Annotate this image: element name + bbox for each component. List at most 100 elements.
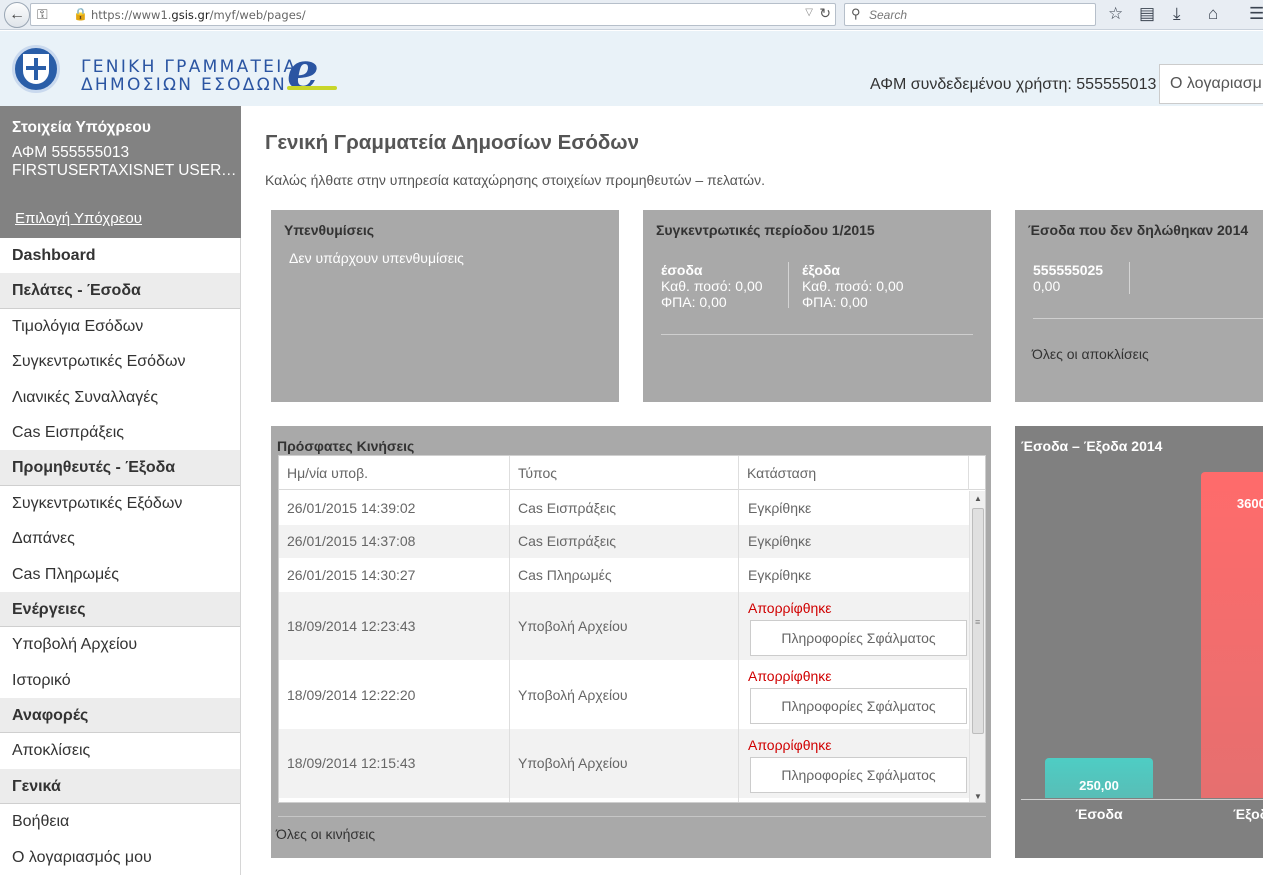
- taxpayer-info: Στοιχεία Υπόχρεου ΑΦΜ 555555013 FIRSTUSE…: [0, 106, 241, 238]
- sidebar-item[interactable]: Ο λογαριασμός μου: [0, 840, 240, 875]
- sidebar-item[interactable]: Cas Εισπράξεις: [0, 415, 240, 450]
- row-type: Cas Εισπράξεις: [518, 499, 616, 516]
- divider: [661, 334, 973, 335]
- expense-label: έξοδα: [802, 262, 841, 278]
- error-info-button[interactable]: Πληροφορίες Σφάλματος: [750, 619, 967, 656]
- divider: [1129, 262, 1130, 294]
- undeclared-amount: 0,00: [1033, 278, 1061, 294]
- row-date: 18/09/2014 12:15:43: [287, 755, 416, 772]
- sidebar-item[interactable]: Βοήθεια: [0, 804, 240, 839]
- error-info-button[interactable]: Πληροφορίες Σφάλματος: [750, 688, 967, 725]
- home-icon[interactable]: ⌂: [1208, 4, 1218, 24]
- sidebar-item[interactable]: Τιμολόγια Εσόδων: [0, 309, 240, 344]
- sidebar-section-header: Προμηθευτές - Έξοδα: [0, 450, 240, 486]
- chart-bar-value-label: 250,00: [1079, 778, 1119, 793]
- sidebar-item[interactable]: Συγκεντρωτικές Εξόδων: [0, 486, 240, 521]
- scroll-down-arrow-icon[interactable]: ▼: [974, 792, 982, 801]
- divider: [788, 262, 789, 308]
- site-header: ΓΕΝΙΚΗ ΓΡΑΜΜΑΤΕΙΑ ΔΗΜΟΣΙΩΝ ΕΣΟΔΩΝ e ΑΦΜ …: [0, 31, 1263, 106]
- clipboard-icon[interactable]: ▤: [1139, 4, 1155, 24]
- row-status: Εγκρίθηκε: [748, 566, 812, 583]
- table-scrollbar[interactable]: ▲ ≡ ▼: [969, 491, 985, 802]
- row-status: Απορρίφθηκε: [748, 736, 832, 753]
- row-date: 18/09/2014 12:22:20: [287, 686, 416, 703]
- chart-category-label: Έξοδα: [1233, 806, 1263, 822]
- column-header-date[interactable]: Ημ/νία υποβ.: [287, 465, 368, 481]
- logged-user-afm: ΑΦΜ συνδεδεμένου χρήστη: 555555013 |: [870, 76, 1165, 93]
- sidebar: Στοιχεία Υπόχρεου ΑΦΜ 555555013 FIRSTUSE…: [0, 106, 241, 875]
- row-status: Απορρίφθηκε: [748, 599, 832, 616]
- chart-category-label: Έσοδα: [1075, 806, 1123, 822]
- row-date: 26/01/2015 14:37:08: [287, 533, 416, 550]
- logo-swoosh: [287, 86, 337, 90]
- reminders-title: Υπενθυμίσεις: [284, 222, 375, 238]
- dropdown-arrow-icon[interactable]: ▽: [805, 7, 813, 18]
- column-header-type[interactable]: Τύπος: [518, 465, 557, 481]
- star-icon[interactable]: ☆: [1108, 4, 1123, 24]
- reminders-empty-text: Δεν υπάρχουν υπενθυμίσεις: [289, 250, 464, 266]
- sidebar-section-header: Γενικά: [0, 768, 240, 805]
- row-type: Υποβολή Αρχείου: [518, 755, 628, 772]
- column-header-status[interactable]: Κατάσταση: [747, 465, 816, 481]
- sidebar-item[interactable]: Dashboard: [0, 238, 240, 273]
- url-text: https://www1.gsis.gr/myf/web/pages/: [91, 8, 306, 22]
- expense-net-amount: Καθ. ποσό: 0,00: [802, 278, 904, 294]
- org-name-line2: ΔΗΜΟΣΙΩΝ ΕΣΟΔΩΝ: [81, 75, 288, 95]
- divider: [278, 816, 986, 817]
- row-date: 26/01/2015 14:39:02: [287, 499, 416, 516]
- url-domain: gsis.gr: [171, 8, 210, 22]
- greek-seal-logo: [12, 45, 60, 93]
- scrollbar-thumb[interactable]: ≡: [972, 508, 984, 734]
- taxpayer-afm: ΑΦΜ 555555013: [12, 144, 130, 161]
- sidebar-item[interactable]: Συγκεντρωτικές Εσόδων: [0, 344, 240, 379]
- reminders-panel: Υπενθυμίσεις Δεν υπάρχουν υπενθυμίσεις: [271, 210, 619, 402]
- table-row: 26/01/2015 14:37:08 Cas Εισπράξεις Εγκρίθη…: [279, 524, 969, 559]
- sidebar-menu: Dashboard Πελάτες - Έσοδα Τιμολόγια Εσόδων…: [0, 238, 240, 875]
- row-date: 18/09/2014 12:23:43: [287, 618, 416, 635]
- reload-icon[interactable]: ↻: [819, 5, 831, 22]
- scroll-up-arrow-icon[interactable]: ▲: [974, 494, 982, 503]
- address-bar[interactable]: ⚿ 🔒 https://www1.gsis.gr/myf/web/pages/ …: [30, 3, 836, 26]
- column-divider: [509, 456, 510, 802]
- sidebar-item[interactable]: Ιστορικό: [0, 663, 240, 698]
- row-type: Cas Πληρωμές: [518, 566, 612, 583]
- sidebar-item[interactable]: Λιανικές Συναλλαγές: [0, 380, 240, 415]
- org-name-line1: ΓΕΝΙΚΗ ΓΡΑΜΜΑΤΕΙΑ: [81, 57, 298, 77]
- chart-title: Έσοδα – Έξοδα 2014: [1021, 438, 1163, 454]
- row-type: Cas Εισπράξεις: [518, 533, 616, 550]
- sidebar-section-header: Πελάτες - Έσοδα: [0, 273, 240, 309]
- error-info-button[interactable]: Πληροφορίες Σφάλματος: [750, 756, 967, 793]
- period-summary-panel: Συγκεντρωτικές περίοδου 1/2015 έσοδα Καθ…: [643, 210, 991, 402]
- sidebar-item[interactable]: Cas Πληρωμές: [0, 557, 240, 592]
- sidebar-item[interactable]: Υποβολή Αρχείου: [0, 627, 240, 662]
- menu-icon[interactable]: ☰: [1249, 4, 1263, 24]
- income-net-amount: Καθ. ποσό: 0,00: [661, 278, 763, 294]
- income-vat: ΦΠΑ: 0,00: [661, 294, 727, 310]
- column-divider: [738, 456, 739, 802]
- select-taxpayer-link[interactable]: Επιλογή Υπόχρεου: [15, 210, 142, 227]
- all-discrepancies-link[interactable]: Όλες οι αποκλίσεις: [1032, 346, 1149, 362]
- my-account-button[interactable]: Ο λογαριασμ: [1159, 64, 1263, 104]
- summary-title: Συγκεντρωτικές περίοδου 1/2015: [656, 222, 875, 238]
- all-activity-link[interactable]: Όλες οι κινήσεις: [276, 826, 375, 842]
- sidebar-item[interactable]: Δαπάνες: [0, 521, 240, 556]
- table-row: 26/01/2015 14:39:02 Cas Εισπράξεις Εγκρίθη…: [279, 491, 969, 525]
- back-arrow-icon[interactable]: ←: [4, 2, 30, 28]
- undeclared-entry: 555555025 0,00: [1033, 262, 1103, 294]
- browser-search-input[interactable]: ⚲ Search: [844, 3, 1096, 26]
- page-title: Γενική Γραμματεία Δημοσίων Εσόδων: [265, 131, 640, 154]
- row-status: Εγκρίθηκε: [748, 533, 812, 550]
- chart-baseline: [1021, 799, 1263, 800]
- sidebar-item[interactable]: Αποκλίσεις: [0, 733, 240, 768]
- download-icon[interactable]: ⤓: [1173, 4, 1181, 24]
- undeclared-title: Έσοδα που δεν δηλώθηκαν 2014: [1028, 222, 1249, 238]
- row-status: Απορρίφθηκε: [748, 668, 832, 685]
- row-type: Υποβολή Αρχείου: [518, 618, 628, 635]
- chart-bar[interactable]: [1201, 472, 1263, 798]
- expense-vat: ΦΠΑ: 0,00: [802, 294, 868, 310]
- org-logo-text: ΓΕΝΙΚΗ ΓΡΑΜΜΑΤΕΙΑ ΔΗΜΟΣΙΩΝ ΕΣΟΔΩΝ: [81, 58, 297, 94]
- summary-income: έσοδα Καθ. ποσό: 0,00 ΦΠΑ: 0,00: [661, 262, 763, 310]
- column-divider: [968, 456, 969, 490]
- table-row: 18/09/2014 12:15:43 Υποβολή Αρχείου Απορρί…: [279, 728, 969, 798]
- undeclared-income-panel: Έσοδα που δεν δηλώθηκαν 2014 555555025 0…: [1015, 210, 1263, 402]
